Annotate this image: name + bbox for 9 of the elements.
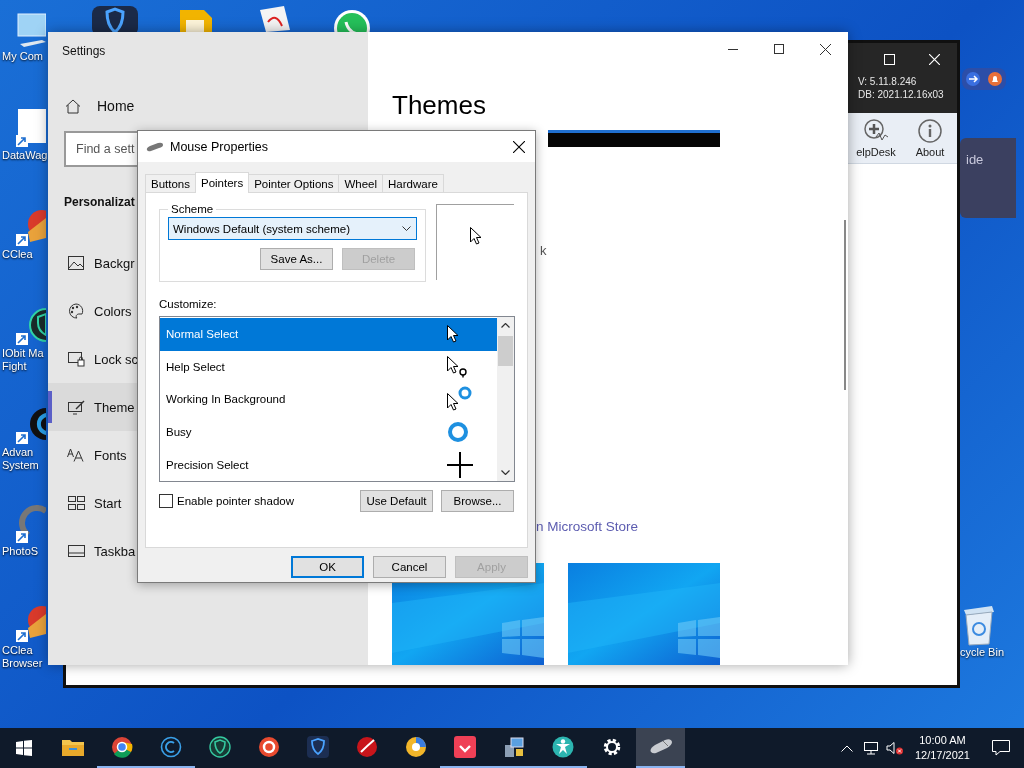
notification-text: ide <box>966 152 984 167</box>
window-title: Settings <box>61 43 107 60</box>
group-label: Scheme <box>170 203 215 215</box>
option-text: k <box>540 243 548 259</box>
version-text: V: 5.11.8.246 <box>857 75 918 88</box>
list-label: Customize: <box>159 298 218 310</box>
page-heading: Themes <box>392 90 487 120</box>
database-text: DB: 2021.12.16x03 <box>857 88 945 101</box>
dialog-title: Mouse Properties <box>170 139 269 154</box>
